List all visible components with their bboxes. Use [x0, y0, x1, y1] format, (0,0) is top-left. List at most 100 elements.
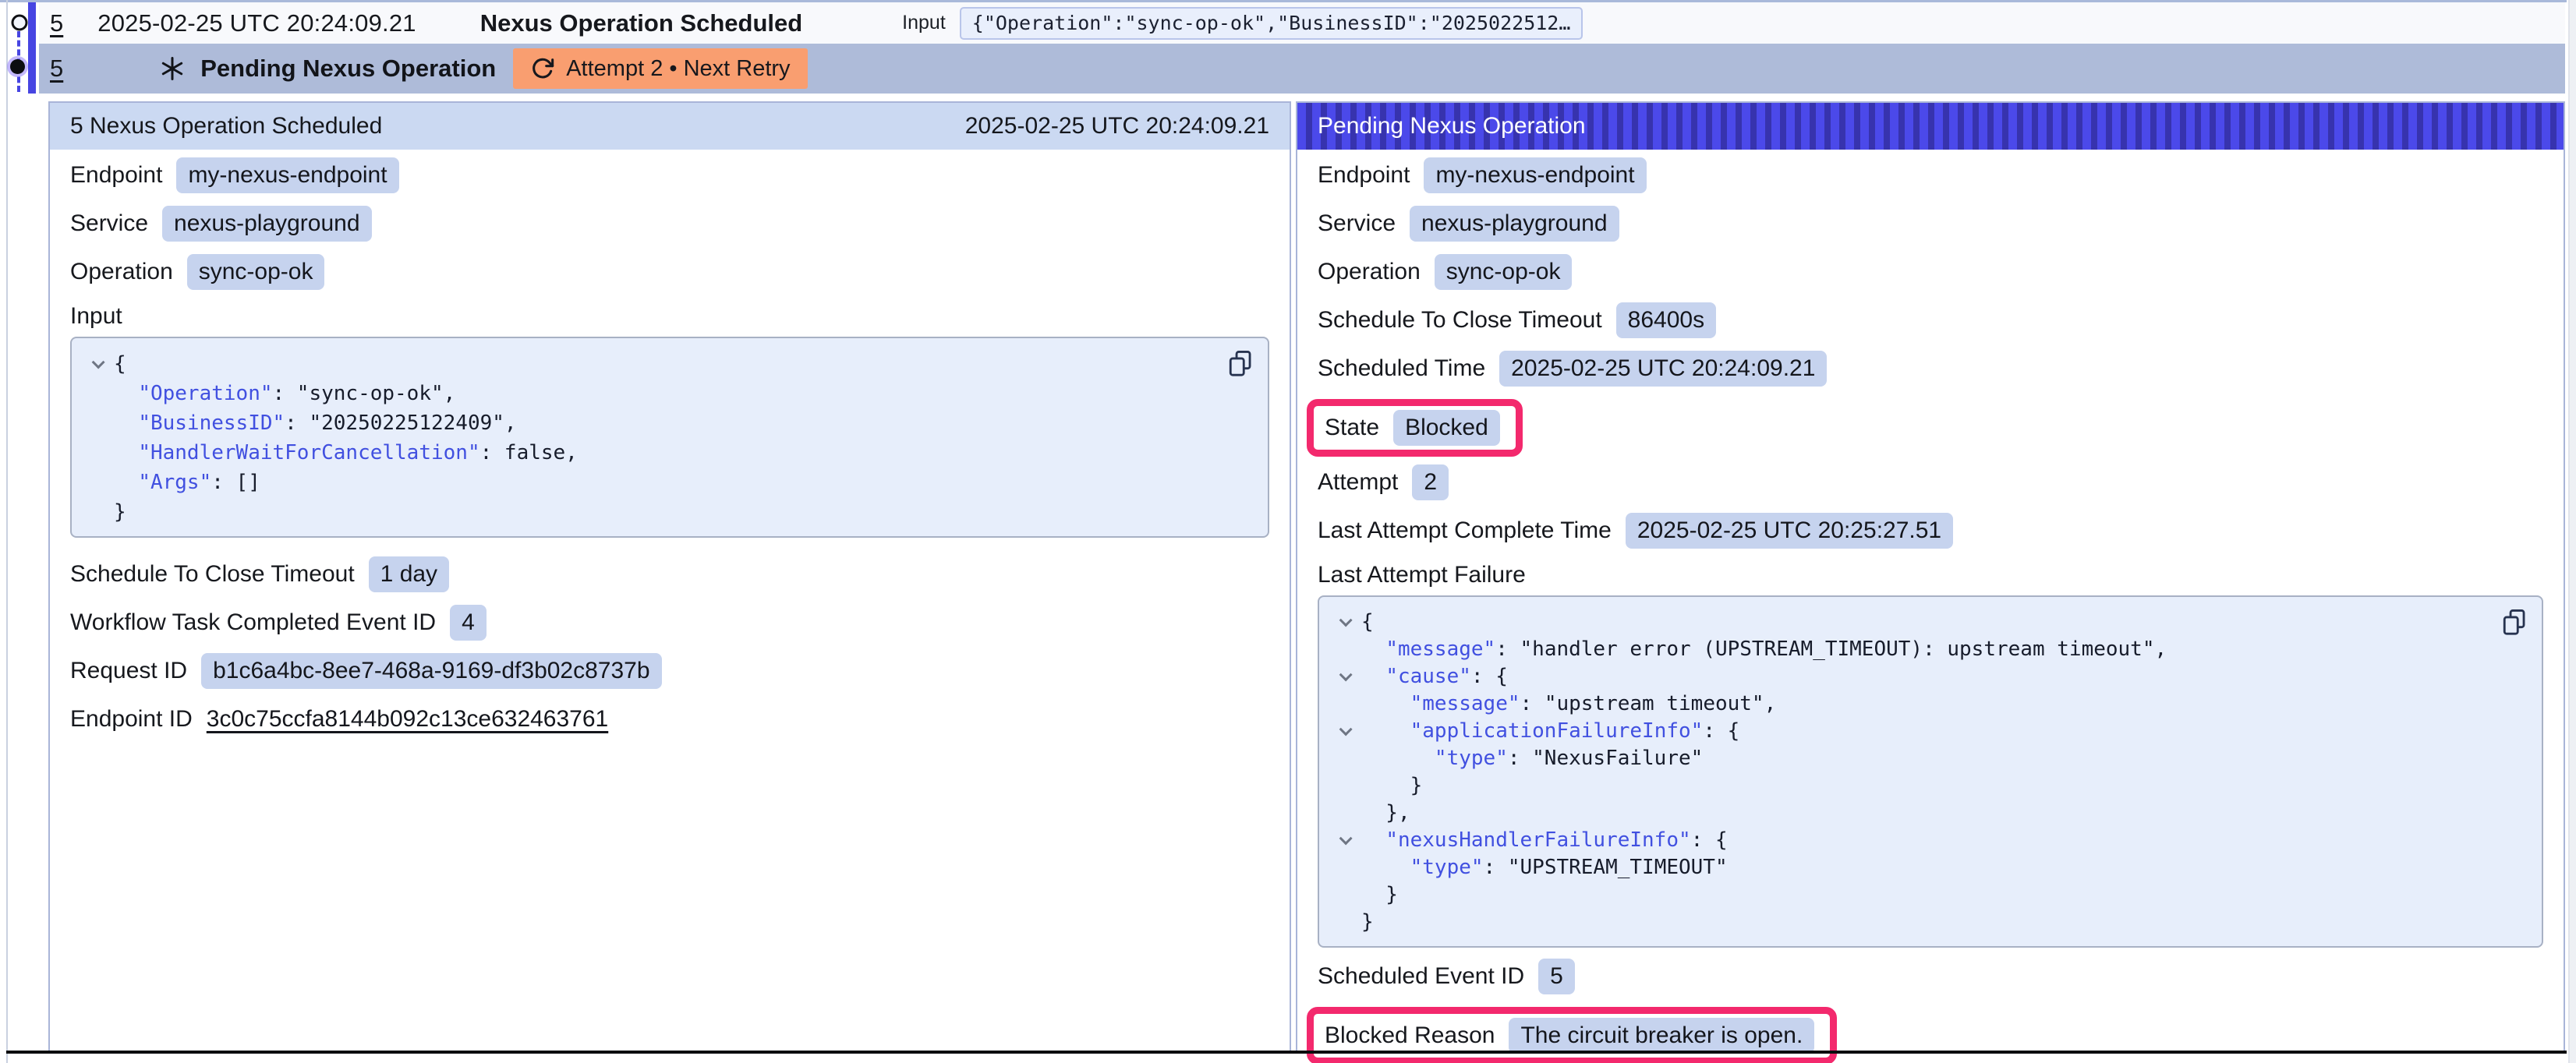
code-line: "message": "handler error (UPSTREAM_TIME… [1327, 635, 2495, 662]
field-label: Schedule To Close Timeout [1318, 307, 1602, 334]
field-row-operation: Operation sync-op-ok [70, 254, 1269, 290]
code-line: } [80, 497, 1221, 527]
field-label: Workflow Task Completed Event ID [70, 609, 436, 636]
event-input-label: Input [902, 12, 946, 34]
scheduled-panel-timestamp: 2025-02-25 UTC 20:24:09.21 [965, 113, 1269, 139]
field-label: Operation [70, 259, 173, 285]
field-label: Service [1318, 210, 1396, 237]
input-section-label: Input [70, 302, 1269, 330]
field-value-badge: 2025-02-25 UTC 20:24:09.21 [1499, 351, 1827, 387]
pending-panel-title: Pending Nexus Operation [1318, 113, 1586, 139]
state-highlight-box: State Blocked [1307, 399, 1523, 457]
field-row-scheduled-time: Scheduled Time 2025-02-25 UTC 20:24:09.21 [1318, 351, 2543, 387]
scheduled-panel-title: 5 Nexus Operation Scheduled [70, 113, 382, 139]
code-line: } [1327, 908, 2495, 935]
pending-operation-panel: Pending Nexus Operation Endpoint my-nexus… [1296, 101, 2565, 1052]
pending-panel-header: Pending Nexus Operation [1297, 103, 2564, 150]
field-row-scheduled-event-id: Scheduled Event ID5 [1318, 959, 2543, 994]
field-label: Attempt [1318, 469, 1398, 496]
field-row-endpoint: Endpoint my-nexus-endpoint [1318, 157, 2543, 193]
code-line: } [1327, 881, 2495, 908]
field-label: Service [70, 210, 148, 237]
collapse-chevron-icon[interactable] [1339, 832, 1353, 845]
event-history-detail-view: 5 2025-02-25 UTC 20:24:09.21 Nexus Opera… [0, 0, 2576, 1063]
field-label: Scheduled Event ID [1318, 963, 1524, 990]
timeline-open-circle-icon [9, 12, 30, 37]
field-value-badge: 2025-02-25 UTC 20:25:27.51 [1626, 513, 1953, 549]
field-row-operation: Operationsync-op-ok [1318, 254, 2543, 290]
pending-fields-top: Endpointmy-nexus-endpointServicenexus-pl… [1318, 157, 2543, 387]
blocked-reason-highlight-box: Blocked Reason The circuit breaker is op… [1307, 1007, 1837, 1063]
collapse-chevron-icon[interactable] [92, 355, 105, 369]
field-value-badge: my-nexus-endpoint [1424, 157, 1646, 193]
retry-status-badge: Attempt 2 • Next Retry [513, 48, 807, 89]
retry-icon [530, 56, 555, 81]
pending-asterisk-icon [158, 55, 186, 83]
field-row-schedule-to-close-timeout: Schedule To Close Timeout 86400s [1318, 302, 2543, 338]
scheduled-fields-bottom: Schedule To Close Timeout 1 day Workflow T… [70, 556, 1269, 689]
field-label: Scheduled Time [1318, 355, 1485, 382]
field-label: Request ID [70, 658, 187, 684]
field-value-badge: nexus-playground [162, 206, 372, 242]
timeline-filled-dot-icon [10, 59, 25, 74]
field-value-badge: b1c6a4bc-8ee7-468a-9169-df3b02c8737b [201, 653, 661, 689]
code-line: { [1327, 608, 2495, 635]
field-label: Blocked Reason [1325, 1022, 1495, 1049]
code-line: "nexusHandlerFailureInfo": { [1327, 826, 2495, 853]
field-row-schedule-to-close-timeout: Schedule To Close Timeout 1 day [70, 556, 1269, 592]
code-line: "cause": { [1327, 662, 2495, 690]
code-line: "type": "NexusFailure" [1327, 744, 2495, 772]
copy-icon[interactable] [2501, 608, 2528, 637]
collapse-chevron-icon[interactable] [1339, 668, 1353, 681]
field-label: Endpoint [1318, 162, 1410, 189]
field-row-endpoint: Endpoint my-nexus-endpoint [70, 157, 1269, 193]
pending-fields-bottom: Scheduled Event ID5 [1318, 959, 2543, 994]
pending-operation-row[interactable]: 5 Pending Nexus Operation Attempt 2 • Ne… [39, 44, 2565, 94]
event-input-preview-chip: {"Operation":"sync-op-ok","BusinessID":"… [960, 7, 1583, 40]
pending-fields-mid: Attempt 2 Last Attempt Complete Time 2025-0… [1318, 464, 2543, 549]
failure-section-label: Last Attempt Failure [1318, 561, 2543, 589]
field-value-badge: sync-op-ok [187, 254, 325, 290]
code-line: "applicationFailureInfo": { [1327, 717, 2495, 744]
code-line: "HandlerWaitForCancellation": false, [80, 438, 1221, 468]
field-value-badge: 86400s [1616, 302, 1716, 338]
field-row-workflow-task-completed-event-id: Workflow Task Completed Event ID4 [70, 605, 1269, 641]
code-line: { [80, 349, 1221, 379]
blocked-reason-badge: The circuit breaker is open. [1509, 1018, 1814, 1054]
field-label: Schedule To Close Timeout [70, 561, 355, 588]
retry-badge-text: Attempt 2 • Next Retry [566, 56, 790, 82]
pending-id-link[interactable]: 5 [50, 55, 63, 83]
code-line: "message": "upstream timeout", [1327, 690, 2495, 717]
event-id-link[interactable]: 5 [50, 9, 63, 37]
copy-icon[interactable] [1227, 349, 1254, 379]
collapse-chevron-icon[interactable] [1339, 613, 1353, 627]
field-row-blocked-reason: Blocked Reason The circuit breaker is op… [1325, 1018, 1814, 1054]
scheduled-panel-header: 5 Nexus Operation Scheduled 2025-02-25 U… [50, 103, 1290, 150]
field-label: State [1325, 415, 1379, 441]
endpoint-id-link[interactable]: 3c0c75ccfa8144b092c13ce632463761 [207, 706, 608, 733]
code-line: } [1327, 772, 2495, 799]
field-row-state: State Blocked [1325, 410, 1500, 446]
event-timestamp: 2025-02-25 UTC 20:24:09.21 [97, 9, 416, 37]
code-line: "BusinessID": "20250225122409", [80, 408, 1221, 438]
field-value-badge: 1 day [369, 556, 449, 592]
pending-title: Pending Nexus Operation [200, 55, 496, 83]
field-row-last-attempt-complete-time: Last Attempt Complete Time 2025-02-25 UTC… [1318, 513, 2543, 549]
collapse-chevron-icon[interactable] [1339, 722, 1353, 736]
field-row-service: Service nexus-playground [70, 206, 1269, 242]
field-row-request-id: Request ID b1c6a4bc-8ee7-468a-9169-df3b02… [70, 653, 1269, 689]
field-label: Last Attempt Complete Time [1318, 517, 1612, 544]
field-label: Endpoint [70, 162, 162, 189]
field-row-attempt: Attempt 2 [1318, 464, 2543, 500]
code-line: "type": "UPSTREAM_TIMEOUT" [1327, 853, 2495, 881]
event-title: Nexus Operation Scheduled [480, 9, 802, 37]
event-summary-row[interactable]: 5 2025-02-25 UTC 20:24:09.21 Nexus Opera… [39, 2, 2565, 44]
field-value-badge: 2 [1412, 464, 1449, 500]
code-line: "Operation": "sync-op-ok", [80, 379, 1221, 408]
code-line: "Args": [] [80, 468, 1221, 497]
field-value-badge: my-nexus-endpoint [176, 157, 398, 193]
field-value-badge: sync-op-ok [1435, 254, 1573, 290]
scrollbar-track[interactable] [2568, 0, 2576, 1063]
code-line: }, [1327, 799, 2495, 826]
state-value-badge: Blocked [1393, 410, 1500, 446]
